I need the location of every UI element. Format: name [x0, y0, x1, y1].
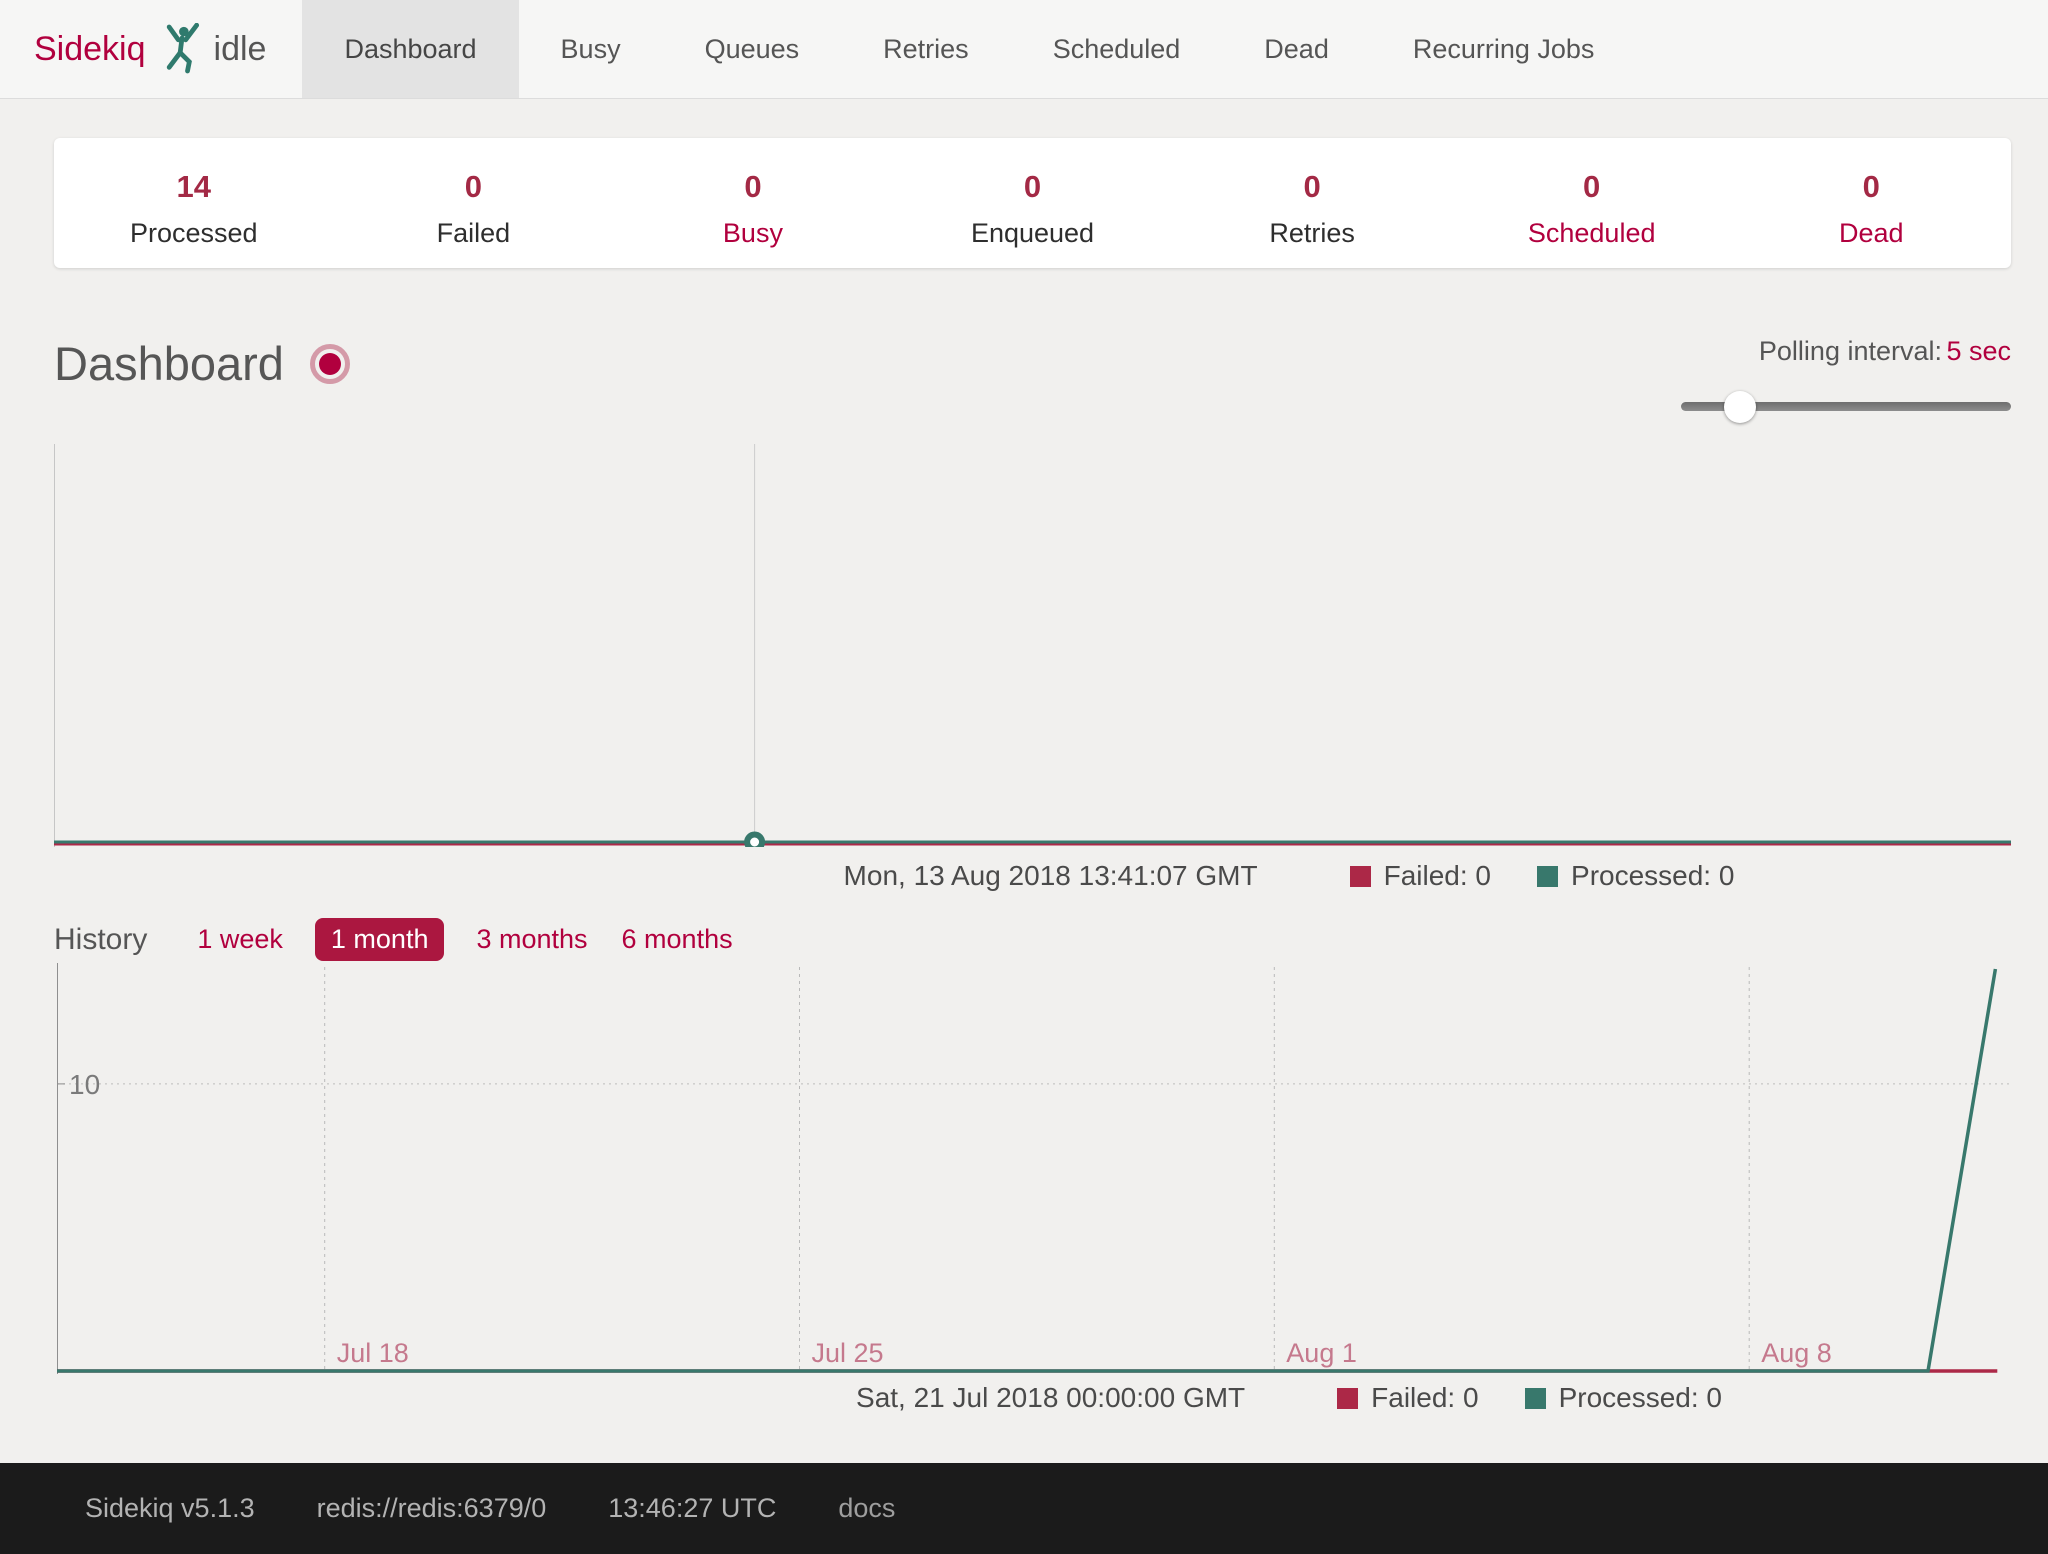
range-3-months[interactable]: 3 months	[474, 918, 589, 961]
navbar: Sidekiq idle Dashboard Busy Queues Retri…	[0, 0, 2048, 99]
history-hover-timestamp: Sat, 21 Jul 2018 00:00:00 GMT	[856, 1382, 1245, 1414]
stat-enqueued-value: 0	[893, 169, 1173, 205]
tab-dead[interactable]: Dead	[1222, 0, 1371, 98]
stat-retries-value: 0	[1172, 169, 1452, 205]
stat-failed-value: 0	[334, 169, 614, 205]
realtime-hover-timestamp: Mon, 13 Aug 2018 13:41:07 GMT	[844, 860, 1258, 892]
realtime-chart	[54, 444, 2011, 847]
sidekiq-runner-icon	[160, 23, 204, 75]
brand-name: Sidekiq	[34, 30, 146, 69]
legend-failed-label: Failed: 0	[1384, 860, 1491, 892]
stat-dead: 0 Dead	[1731, 138, 2011, 249]
svg-text:Aug 8: Aug 8	[1761, 1338, 1832, 1368]
legend-processed-label: Processed: 0	[1559, 1382, 1722, 1414]
stat-processed: 14 Processed	[54, 138, 334, 249]
range-1-week[interactable]: 1 week	[195, 918, 285, 961]
svg-text:10: 10	[69, 1069, 100, 1100]
tab-busy[interactable]: Busy	[519, 0, 663, 98]
history-chart-legend: Sat, 21 Jul 2018 00:00:00 GMT Failed: 0 …	[530, 1382, 2048, 1414]
footer: Sidekiq v5.1.3 redis://redis:6379/0 13:4…	[0, 1463, 2048, 1554]
processed-swatch-icon	[1537, 866, 1558, 887]
range-1-month[interactable]: 1 month	[315, 918, 445, 961]
tab-scheduled[interactable]: Scheduled	[1011, 0, 1223, 98]
footer-redis-url: redis://redis:6379/0	[317, 1493, 547, 1524]
history-title: History	[54, 923, 147, 957]
realtime-chart-legend: Mon, 13 Aug 2018 13:41:07 GMT Failed: 0 …	[530, 860, 2048, 892]
failed-swatch-icon	[1337, 1388, 1358, 1409]
tab-queues[interactable]: Queues	[663, 0, 842, 98]
footer-version: Sidekiq v5.1.3	[85, 1493, 255, 1524]
processed-swatch-icon	[1525, 1388, 1546, 1409]
legend-failed: Failed: 0	[1350, 860, 1491, 892]
stat-processed-label: Processed	[54, 218, 334, 249]
svg-text:Jul 18: Jul 18	[337, 1338, 409, 1368]
stat-busy-link[interactable]: Busy	[613, 218, 893, 249]
stat-failed: 0 Failed	[334, 138, 614, 249]
legend-processed-label: Processed: 0	[1571, 860, 1734, 892]
legend-failed-label: Failed: 0	[1371, 1382, 1478, 1414]
polling-control: Polling interval: 5 sec	[1681, 336, 2011, 421]
nav-tabs: Dashboard Busy Queues Retries Scheduled …	[302, 0, 1636, 98]
polling-interval-link[interactable]: 5 sec	[1946, 336, 2011, 366]
polling-label: Polling interval:	[1759, 336, 1942, 366]
stat-processed-value: 14	[54, 169, 334, 205]
history-head: History 1 week 1 month 3 months 6 months	[54, 918, 765, 961]
history-chart-svg: Jul 18 Jul 25 Aug 1 Aug 8 10	[57, 963, 2011, 1374]
stat-enqueued: 0 Enqueued	[893, 138, 1173, 249]
history-chart: Jul 18 Jul 25 Aug 1 Aug 8 10	[57, 963, 2011, 1374]
stat-scheduled: 0 Scheduled	[1452, 138, 1732, 249]
stat-busy: 0 Busy	[613, 138, 893, 249]
tab-dashboard[interactable]: Dashboard	[302, 0, 518, 98]
live-beacon-dot	[319, 353, 341, 375]
stat-scheduled-link[interactable]: Scheduled	[1452, 218, 1732, 249]
tab-retries[interactable]: Retries	[841, 0, 1011, 98]
footer-docs-link[interactable]: docs	[838, 1493, 895, 1524]
svg-text:Jul 25: Jul 25	[812, 1338, 884, 1368]
page-head: Dashboard Polling interval: 5 sec	[54, 336, 2011, 421]
stat-dead-link[interactable]: Dead	[1731, 218, 2011, 249]
live-beacon-icon	[310, 344, 350, 384]
polling-slider-thumb[interactable]	[1724, 391, 1756, 423]
stat-retries: 0 Retries	[1172, 138, 1452, 249]
tab-recurring-jobs[interactable]: Recurring Jobs	[1371, 0, 1637, 98]
brand-link[interactable]: Sidekiq idle	[0, 0, 302, 98]
page-title: Dashboard	[54, 336, 284, 391]
range-6-months[interactable]: 6 months	[620, 918, 735, 961]
footer-server-time: 13:46:27 UTC	[608, 1493, 776, 1524]
status-text: idle	[214, 30, 267, 69]
polling-slider[interactable]	[1681, 391, 2011, 421]
stat-enqueued-label: Enqueued	[893, 218, 1173, 249]
stat-dead-value: 0	[1731, 169, 2011, 205]
svg-text:Aug 1: Aug 1	[1286, 1338, 1357, 1368]
realtime-chart-svg	[54, 444, 2011, 847]
stat-scheduled-value: 0	[1452, 169, 1732, 205]
legend-processed: Processed: 0	[1525, 1382, 1722, 1414]
failed-swatch-icon	[1350, 866, 1371, 887]
stat-failed-label: Failed	[334, 218, 614, 249]
summary-stats-card: 14 Processed 0 Failed 0 Busy 0 Enqueued …	[54, 138, 2011, 268]
stat-busy-value: 0	[613, 169, 893, 205]
legend-processed: Processed: 0	[1537, 860, 1734, 892]
legend-failed: Failed: 0	[1337, 1382, 1478, 1414]
stat-retries-label: Retries	[1172, 218, 1452, 249]
